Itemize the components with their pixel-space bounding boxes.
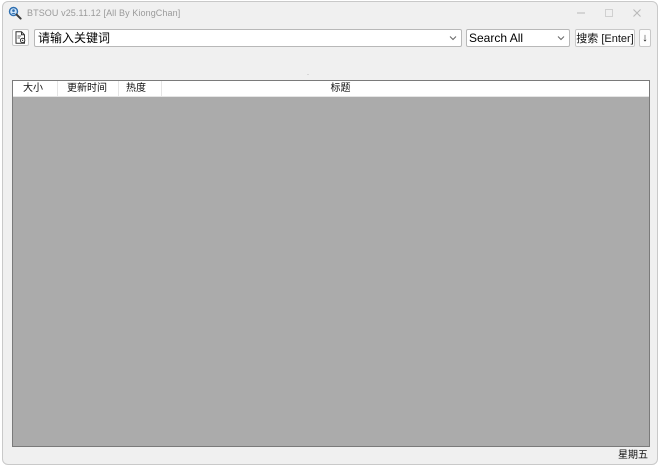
minimize-icon [577,12,585,14]
chevron-down-icon [557,36,565,41]
keyword-combobox[interactable] [34,29,462,47]
open-file-button[interactable] [12,29,29,46]
app-window: BTSOU v25.11.12 [All By KiongChan] 请输入关键… [2,1,658,465]
results-header: 大小 更新时间 热度 标题 [13,81,649,97]
column-header-heat[interactable]: 热度 [119,81,162,96]
sort-button[interactable]: ↓ [639,29,651,47]
search-button[interactable]: 搜索 [Enter] [575,29,635,47]
search-scope-value: Search All [469,31,524,45]
close-icon [633,9,641,17]
status-bar: 星期五 [3,446,657,461]
minimize-button[interactable] [567,2,595,24]
maximize-button[interactable] [595,2,623,24]
weekday-label: 星期五 [618,450,648,461]
column-header-updated[interactable]: 更新时间 [58,81,119,96]
column-header-title[interactable]: 标题 [162,81,649,96]
window-controls [567,2,651,24]
title-bar[interactable]: BTSOU v25.11.12 [All By KiongChan] [3,2,657,24]
splitter-handle [307,74,309,75]
magnifier-person-icon [8,6,22,20]
close-button[interactable] [623,2,651,24]
toolbar: Search All 搜索 [Enter] ↓ [3,27,657,51]
window-title: BTSOU v25.11.12 [All By KiongChan] [27,8,181,18]
chevron-down-icon[interactable] [448,33,458,43]
keyword-input[interactable] [37,30,443,46]
maximize-icon [605,9,613,17]
results-list[interactable]: 大小 更新时间 热度 标题 [12,80,650,447]
document-gear-icon [15,31,26,44]
search-scope-select[interactable]: Search All [466,29,570,47]
column-header-size[interactable]: 大小 [13,81,58,96]
